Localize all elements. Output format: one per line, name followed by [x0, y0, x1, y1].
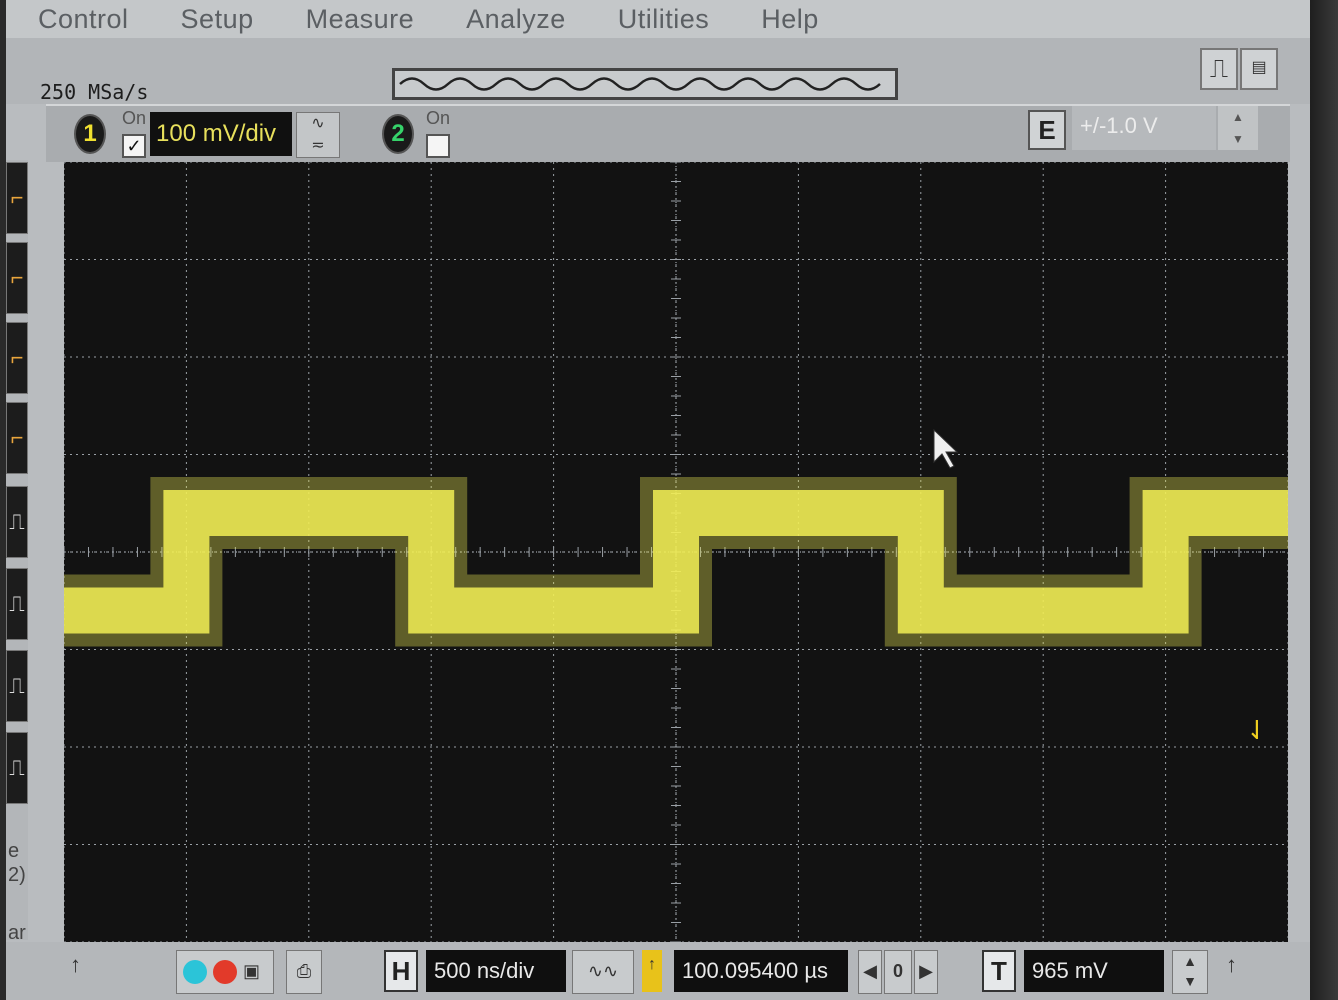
external-range[interactable]: +/-1.0 V [1072, 106, 1216, 150]
menu-setup[interactable]: Setup [181, 4, 254, 35]
trigger-edge-icon[interactable]: ↑ [1226, 950, 1237, 992]
menu-help[interactable]: Help [761, 4, 819, 35]
channel-2-on-label: On [426, 108, 451, 128]
trigger-level-marker-icon[interactable]: ⇃ [1246, 716, 1268, 746]
monitor-bezel [1306, 0, 1338, 1000]
pulse-tool-4-icon[interactable]: ⎍ [6, 732, 28, 804]
print-icon[interactable]: ⎙ [286, 950, 322, 994]
oscilloscope-screen: Control Setup Measure Analyze Utilities … [6, 0, 1310, 1000]
waveform-mode-icon[interactable]: ∿∿ [572, 950, 634, 994]
single-icon[interactable]: ▣ [243, 951, 260, 991]
coupling-icon[interactable]: ∿ ≂ [296, 112, 340, 158]
side-label-b: 2) [8, 864, 26, 886]
waveform-overview[interactable] [392, 68, 898, 100]
trigger-level[interactable]: 965 mV [1024, 950, 1164, 992]
channel-1-on-label: On [122, 108, 147, 128]
delay-reference[interactable]: 0 [884, 950, 912, 994]
delay-marker-icon: ↑ [642, 950, 662, 992]
trigger-button[interactable]: T [982, 950, 1016, 992]
external-trigger-button[interactable]: E [1028, 110, 1066, 150]
left-tool-2[interactable]: ⌐ [6, 242, 28, 314]
menu-grid-icon[interactable]: ▤ [1240, 48, 1278, 90]
waveform-svg: ⇃ [64, 162, 1288, 942]
bottom-bar: ↑ ▣ ⎙ H 500 ns/div ∿∿ ↑ 100.095400 µs ◀ … [6, 942, 1310, 1000]
menu-bar: Control Setup Measure Analyze Utilities … [6, 0, 1310, 38]
left-tool-4[interactable]: ⌐ [6, 402, 28, 474]
stop-icon[interactable] [213, 960, 237, 984]
up-arrow-icon[interactable]: ↑ [70, 950, 81, 992]
left-toolbar: ⌐ ⌐ ⌐ ⌐ ⎍ ⎍ ⎍ ⎍ e 2) ar [6, 160, 28, 944]
channel-2-badge[interactable]: 2 [382, 114, 414, 154]
channel-1-scale[interactable]: 100 mV/div [150, 112, 292, 156]
pulse-icon[interactable]: ⎍ [1200, 48, 1238, 90]
side-label-a: e [8, 840, 20, 862]
delay-value[interactable]: 100.095400 µs [674, 950, 848, 992]
delay-right-icon[interactable]: ▶ [914, 950, 938, 994]
channel-1-on-checkbox[interactable]: ✓ [122, 134, 146, 158]
overview-wave-icon [399, 77, 881, 91]
pulse-tool-3-icon[interactable]: ⎍ [6, 650, 28, 722]
horizontal-button[interactable]: H [384, 950, 418, 992]
menu-utilities[interactable]: Utilities [618, 4, 710, 35]
channel-1-badge[interactable]: 1 [74, 114, 106, 154]
channel-2-on-checkbox[interactable] [426, 134, 450, 158]
channel-bar: 1 On ✓ 100 mV/div ∿ ≂ 2 On E +/-1.0 V ▲ ▼ [46, 104, 1290, 162]
pulse-tool-1-icon[interactable]: ⎍ [6, 486, 28, 558]
run-controls: ▣ [176, 950, 274, 994]
left-tool-3[interactable]: ⌐ [6, 322, 28, 394]
menu-measure[interactable]: Measure [306, 4, 415, 35]
channel-1-trace [64, 490, 1288, 634]
pulse-tool-2-icon[interactable]: ⎍ [6, 568, 28, 640]
waveform-display[interactable]: ⇃ [64, 162, 1288, 942]
menu-control[interactable]: Control [38, 4, 129, 35]
sample-rate: 250 MSa/s [40, 80, 149, 104]
timebase-value[interactable]: 500 ns/div [426, 950, 566, 992]
acquisition-toolbar: 250 MSa/s ⎍ ▤ [6, 38, 1310, 104]
delay-left-icon[interactable]: ◀ [858, 950, 882, 994]
left-tool-1[interactable]: ⌐ [6, 162, 28, 234]
mouse-cursor-icon [933, 428, 959, 469]
range-spinner-icon[interactable]: ▲ ▼ [1218, 106, 1258, 150]
run-icon[interactable] [183, 960, 207, 984]
menu-analyze[interactable]: Analyze [466, 4, 566, 35]
trigger-spinner-icon[interactable]: ▲ ▼ [1172, 950, 1208, 994]
